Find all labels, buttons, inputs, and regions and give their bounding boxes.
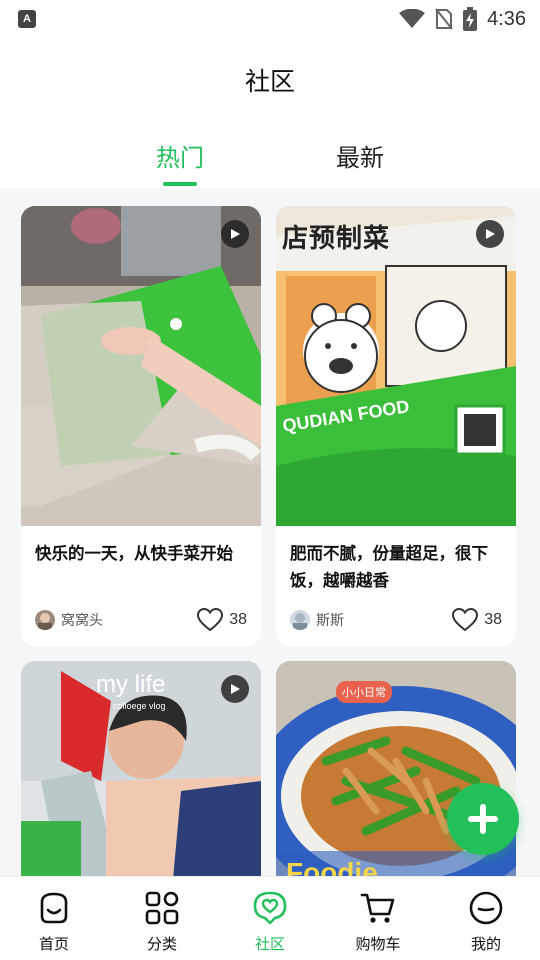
nav-label: 分类 <box>146 935 177 953</box>
post-card[interactable]: 店预制菜 QUDIAN FOOD 肥而不腻，份量超足，很下饭，越嚼越香 斯斯 3… <box>276 206 516 646</box>
play-icon <box>221 220 249 248</box>
post-meta: 斯斯 38 <box>290 608 502 632</box>
plus-icon <box>468 804 498 834</box>
overlay-text-brand-cn: 店预制菜 <box>282 224 391 254</box>
like-button[interactable]: 38 <box>452 608 502 632</box>
post-thumbnail: 小小日常 Foodie <box>276 661 516 901</box>
overlay-text-subtitle: colloege vlog <box>113 701 166 711</box>
no-sim-icon <box>435 8 453 30</box>
community-screen: A 4:36 社区 热门 最新 快乐的一天，从快手菜开始 窝窝头 38 店预制菜… <box>0 0 540 960</box>
nav-cart[interactable]: 购物车 <box>324 877 432 960</box>
post-thumbnail <box>21 206 261 526</box>
tab-new[interactable]: 最新 <box>310 138 410 173</box>
post-title: 快乐的一天，从快手菜开始 <box>35 544 233 563</box>
nav-home[interactable]: 首页 <box>0 877 108 960</box>
cart-icon <box>360 893 395 923</box>
nav-label: 社区 <box>254 935 285 953</box>
avatar <box>35 610 55 630</box>
category-grid-icon <box>145 891 179 925</box>
page-title: 社区 <box>244 67 295 96</box>
post-meta: 窝窝头 38 <box>35 608 247 632</box>
status-bar: A 4:36 <box>0 0 540 38</box>
profile-face-icon <box>469 891 503 925</box>
create-post-button[interactable] <box>447 783 519 855</box>
home-face-icon <box>40 892 68 924</box>
play-icon <box>221 675 249 703</box>
overlay-text-tag: 小小日常 <box>336 681 392 703</box>
author-name: 窝窝头 <box>61 613 103 629</box>
community-heart-icon <box>253 891 287 925</box>
post-title: 肥而不腻，份量超足，很下饭，越嚼越香 <box>290 544 488 590</box>
battery-charging-icon <box>463 7 478 31</box>
post-thumbnail: my life colloege vlog <box>21 661 261 901</box>
bottom-nav: 首页 分类 社区 购物车 我的 <box>0 876 540 960</box>
post-author[interactable]: 窝窝头 <box>35 610 103 630</box>
post-thumbnail: 店预制菜 QUDIAN FOOD <box>276 206 516 526</box>
author-name: 斯斯 <box>316 613 344 629</box>
heart-icon <box>452 608 479 632</box>
post-author[interactable]: 斯斯 <box>290 610 344 630</box>
like-count: 38 <box>484 611 502 628</box>
post-card[interactable]: my life colloege vlog <box>21 661 261 901</box>
post-card[interactable]: 快乐的一天，从快手菜开始 窝窝头 38 <box>21 206 261 646</box>
nav-label: 首页 <box>38 935 69 953</box>
like-button[interactable]: 38 <box>197 608 247 632</box>
nav-community[interactable]: 社区 <box>216 877 324 960</box>
status-time: 4:36 <box>487 7 526 30</box>
overlay-text-title: my life <box>96 671 166 698</box>
avatar <box>290 610 310 630</box>
nav-label: 我的 <box>470 935 501 953</box>
header: 社区 热门 最新 <box>0 38 540 188</box>
like-count: 38 <box>229 611 247 628</box>
wifi-icon <box>399 9 426 28</box>
hands-with-food-package-image <box>21 206 261 526</box>
heart-icon <box>197 608 224 632</box>
nav-label: 购物车 <box>355 935 401 953</box>
post-card[interactable]: 小小日常 Foodie <box>276 661 516 901</box>
tab-hot[interactable]: 热门 <box>130 138 230 173</box>
tab-bar: 热门 最新 <box>0 138 540 188</box>
play-icon <box>476 220 504 248</box>
active-tab-indicator <box>163 182 197 186</box>
nav-category[interactable]: 分类 <box>108 877 216 960</box>
a-badge-icon: A <box>18 10 36 28</box>
nav-profile[interactable]: 我的 <box>432 877 540 960</box>
